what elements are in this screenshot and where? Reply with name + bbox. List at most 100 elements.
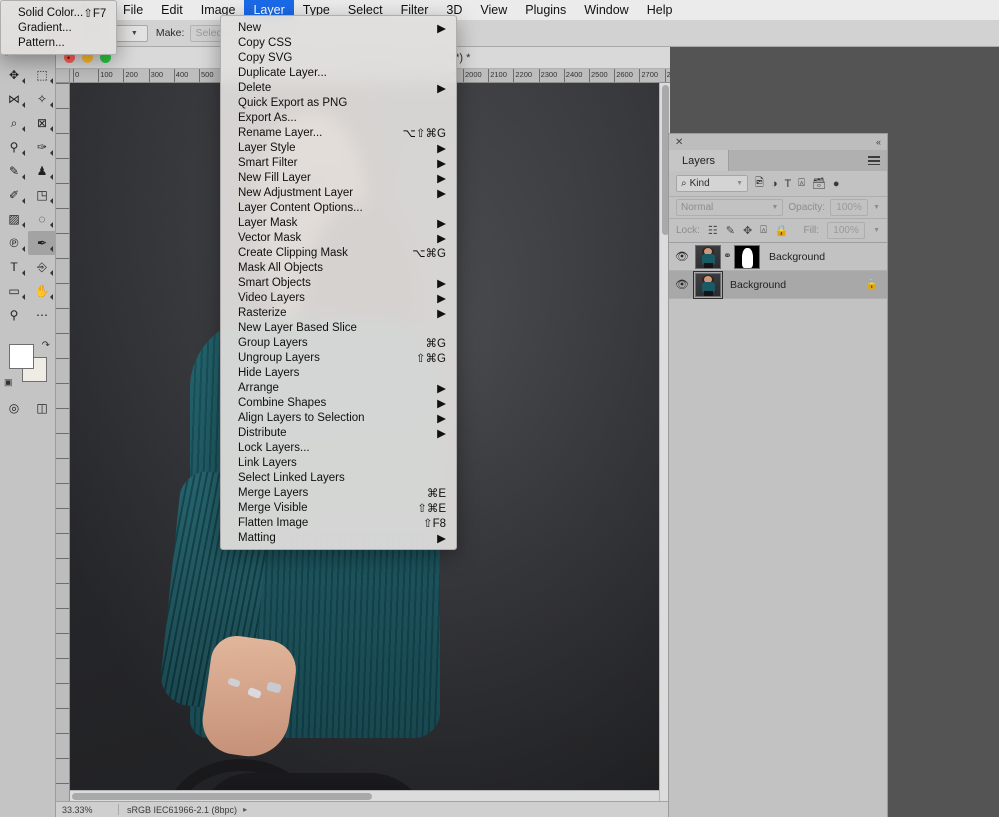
menu-item-copy-css[interactable]: Copy CSS [221, 35, 456, 50]
more-tools-icon[interactable]: ⋯ [28, 303, 56, 327]
menu-help[interactable]: Help [638, 0, 682, 20]
fill-value[interactable]: 100% [827, 222, 866, 239]
menu-item-video-layers[interactable]: Video Layers ▶ [221, 290, 456, 305]
close-icon[interactable]: ✕ [675, 137, 683, 148]
pixel-filter-icon[interactable]: 🖻 [755, 174, 764, 193]
menu-plugins[interactable]: Plugins [516, 0, 575, 20]
hand-tool[interactable]: ✋ [28, 279, 56, 303]
submenu-arrow-icon: ▶ [437, 82, 446, 95]
menu-item-flatten-image[interactable]: Flatten Image ⇧F8 [221, 515, 456, 530]
lock-artboard-icon[interactable]: ⍓ [760, 224, 767, 237]
menu-edit[interactable]: Edit [152, 0, 192, 20]
lock-transparent-pixels-icon[interactable]: ☷ [708, 224, 718, 237]
menu-window[interactable]: Window [575, 0, 637, 20]
table-row[interactable]: 👁 Background 🔒 [669, 270, 887, 299]
status-menu-icon[interactable]: ▸ [243, 805, 247, 814]
layer-menu-dropdown[interactable]: New ▶ Copy CSS Copy SVG Duplicate Layer... De… [220, 15, 457, 550]
layer-thumbnail[interactable] [693, 270, 723, 299]
menu-item-layer-style[interactable]: Layer Style ▶ [221, 140, 456, 155]
new-fill-layer-submenu[interactable]: Solid Color... ⇧F7 Gradient... Pattern... [0, 0, 118, 55]
table-row[interactable]: 👁 ⚭ Background [669, 243, 887, 271]
type-tool[interactable]: T [0, 255, 28, 279]
menu-item-export-as[interactable]: Export As... [221, 110, 456, 125]
menu-item-mask-all-objects[interactable]: Mask All Objects [221, 260, 456, 275]
path-selection-tool[interactable]: ⎆ [28, 255, 56, 279]
menu-item-merge-visible[interactable]: Merge Visible ⇧⌘E [221, 500, 456, 515]
menu-view[interactable]: View [471, 0, 516, 20]
menu-item-vector-mask[interactable]: Vector Mask ▶ [221, 230, 456, 245]
blend-mode-select[interactable]: Normal ▼ [676, 199, 784, 216]
blur-tool[interactable]: ◌ [28, 207, 56, 231]
filter-kind-select[interactable]: ⌕ Kind ▼ [676, 175, 748, 192]
layer-visibility-icon[interactable]: 👁 [675, 250, 695, 263]
vertical-ruler[interactable] [56, 83, 70, 817]
crop-tool[interactable]: ⌕ [0, 111, 28, 135]
default-colors-icon[interactable]: ▣ [4, 377, 13, 388]
ruler-tick [56, 183, 69, 184]
menu-item-label: Flatten Image [238, 516, 309, 529]
menu-item-duplicate-layer[interactable]: Duplicate Layer... [221, 65, 456, 80]
clone-stamp-tool[interactable]: ♟ [28, 159, 56, 183]
layer-visibility-icon[interactable]: 👁 [675, 278, 695, 291]
screen-mode-icon[interactable]: ◫ [28, 396, 56, 420]
menu-item-label: Layer Content Options... [238, 201, 363, 214]
link-icon[interactable]: ⚭ [721, 251, 734, 262]
zoom-tool[interactable]: ⚲ [0, 303, 28, 327]
menu-item-quick-export-as-png[interactable]: Quick Export as PNG [221, 95, 456, 110]
rectangular-marquee-tool[interactable]: ⬚ [28, 63, 56, 87]
healing-brush-tool[interactable]: ✑ [28, 135, 56, 159]
opacity-value[interactable]: 100% [830, 199, 869, 216]
magic-wand-tool[interactable]: ✧ [28, 87, 56, 111]
menu-item-smart-objects[interactable]: Smart Objects ▶ [221, 275, 456, 290]
frame-tool[interactable]: ⊠ [28, 111, 56, 135]
quick-mask-icon[interactable]: ◎ [0, 396, 28, 420]
chevron-down-icon[interactable]: ▼ [873, 204, 880, 211]
panel-menu-icon[interactable] [861, 150, 887, 171]
smart-object-filter-icon[interactable]: 🗃 [812, 177, 826, 190]
menu-item-copy-svg[interactable]: Copy SVG [221, 50, 456, 65]
eyedropper-tool[interactable]: ⚲ [0, 135, 28, 159]
history-brush-tool[interactable]: ✐ [0, 183, 28, 207]
collapse-icon[interactable]: « [876, 137, 881, 147]
submenu-item-gradient[interactable]: Gradient... [1, 20, 116, 35]
lasso-tool[interactable]: ⋈ [0, 87, 28, 111]
brush-tool[interactable]: ✎ [0, 159, 28, 183]
adjustment-filter-icon[interactable]: ◑ [771, 178, 778, 190]
dodge-tool[interactable]: ℗ [0, 231, 28, 255]
gradient-tool[interactable]: ▨ [0, 207, 28, 231]
shape-filter-icon[interactable]: ⍓ [798, 177, 805, 190]
filter-toggle-icon[interactable]: ● [833, 178, 840, 190]
ruler-tick [56, 358, 69, 359]
menu-item-new[interactable]: New ▶ [221, 20, 456, 35]
tab-layers[interactable]: Layers [669, 150, 730, 171]
submenu-item-solid-color[interactable]: Solid Color... ⇧F7 [1, 5, 116, 20]
menu-file[interactable]: File [114, 0, 152, 20]
horizontal-scrollbar[interactable] [70, 790, 659, 801]
scrollbar-thumb[interactable] [72, 793, 372, 800]
lock-position-icon[interactable]: ✥ [743, 224, 752, 237]
submenu-item-pattern[interactable]: Pattern... [1, 35, 116, 50]
layer-mask-thumbnail[interactable] [734, 244, 760, 269]
eraser-tool[interactable]: ◳ [28, 183, 56, 207]
ruler-corner [56, 69, 70, 82]
swap-colors-icon[interactable]: ↷ [42, 340, 50, 351]
menu-item-delete[interactable]: Delete ▶ [221, 80, 456, 95]
lock-all-icon[interactable]: 🔒 [775, 224, 789, 237]
pen-tool[interactable]: ✒ [28, 231, 56, 255]
menu-item-new-adjustment-layer[interactable]: New Adjustment Layer ▶ [221, 185, 456, 200]
layer-thumbnail[interactable] [695, 244, 721, 269]
blend-mode-row: Normal ▼ Opacity: 100% ▼ [669, 197, 887, 219]
menu-item-hide-layers[interactable]: Hide Layers [221, 365, 456, 380]
menu-item-new-fill-layer[interactable]: New Fill Layer ▶ [221, 170, 456, 185]
chevron-down-icon[interactable]: ▼ [873, 227, 880, 234]
menu-item-group-layers: Group Layers ⌘G [221, 335, 456, 350]
foreground-color-swatch[interactable] [9, 344, 34, 369]
lock-image-pixels-icon[interactable]: ✎ [726, 224, 735, 237]
menu-item-label: Rename Layer... [238, 126, 323, 139]
zoom-level[interactable]: 33.33% [56, 805, 118, 815]
move-tool[interactable]: ✥ [0, 63, 28, 87]
menu-item-lock-layers[interactable]: Lock Layers... [221, 440, 456, 455]
menu-item-layer-mask[interactable]: Layer Mask ▶ [221, 215, 456, 230]
rectangle-tool[interactable]: ▭ [0, 279, 28, 303]
type-filter-icon[interactable]: T [785, 178, 792, 190]
